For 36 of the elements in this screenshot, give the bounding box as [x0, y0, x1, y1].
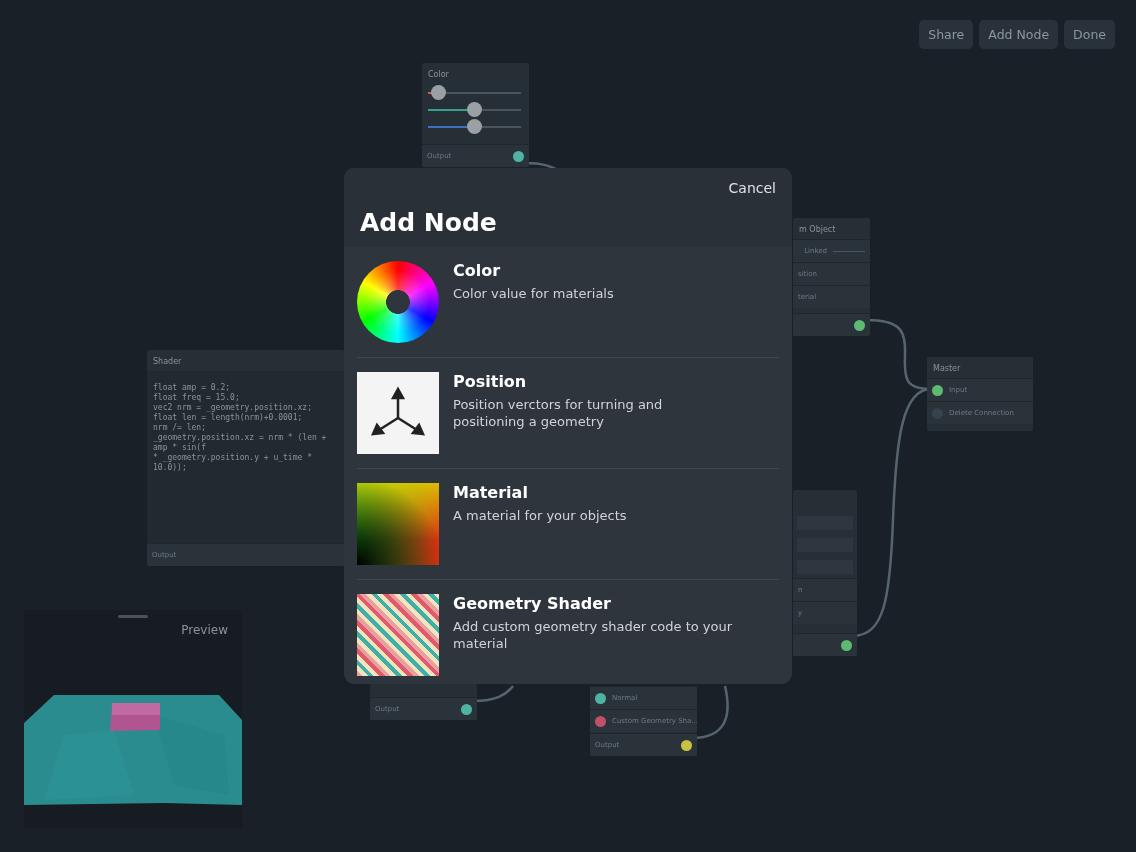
- item-title: Position: [453, 372, 528, 391]
- preview-label: Preview: [181, 623, 228, 637]
- item-title: Material: [453, 483, 529, 502]
- node-type-item[interactable]: Position Position verctors for turning and positioning a geometry: [357, 358, 779, 469]
- toolbar-button[interactable]: Share: [919, 20, 974, 49]
- input-port[interactable]: [595, 692, 606, 704]
- node-title: m Object: [798, 224, 837, 236]
- slider-thumb[interactable]: [466, 102, 482, 117]
- node-type-item[interactable]: Color Color value for materials: [357, 247, 779, 358]
- dialog-title: Add Node: [360, 208, 498, 237]
- item-description: Position verctors for turning and positioning a geometry: [453, 397, 664, 431]
- node-type-item[interactable]: Geometry Shader Add custom geometry shader code to your material: [357, 580, 779, 684]
- slider-thumb[interactable]: [466, 119, 482, 134]
- slider-thumb[interactable]: [431, 85, 447, 100]
- code-editor[interactable]: float amp = 0.2; float freq = 15.0; vec2 nrm = _geometry.position.xz; float len = length(nrm)+0.0001; nrm /= len; _geometry.position.xz = nrm * (len + amp * sin(f * _geometry.position.y + u_time * 10.0));: [147, 371, 344, 543]
- node-title: Color: [427, 69, 450, 81]
- item-description: Add custom geometry shader code to your material: [453, 619, 734, 653]
- drag-handle[interactable]: [118, 615, 148, 618]
- cancel-button[interactable]: Cancel: [728, 180, 776, 196]
- output-port[interactable]: [854, 319, 865, 331]
- item-title: Color: [453, 261, 502, 280]
- item-description: Color value for materials: [453, 286, 614, 303]
- output-port[interactable]: [513, 150, 524, 162]
- output-port[interactable]: [681, 739, 692, 751]
- axes-icon: [357, 372, 439, 454]
- toolbar-button[interactable]: Add Node: [979, 20, 1059, 49]
- output-port[interactable]: [461, 703, 472, 715]
- output-port[interactable]: [841, 639, 852, 651]
- input-port[interactable]: [932, 384, 943, 396]
- item-description: A material for your objects: [453, 508, 627, 525]
- item-title: Geometry Shader: [453, 594, 612, 613]
- node-title: Shader: [152, 356, 183, 368]
- toolbar-button[interactable]: Done: [1064, 20, 1115, 49]
- input-port[interactable]: [595, 715, 606, 727]
- node-type-item[interactable]: Material A material for your objects: [357, 469, 779, 580]
- node-title: Master: [932, 363, 962, 375]
